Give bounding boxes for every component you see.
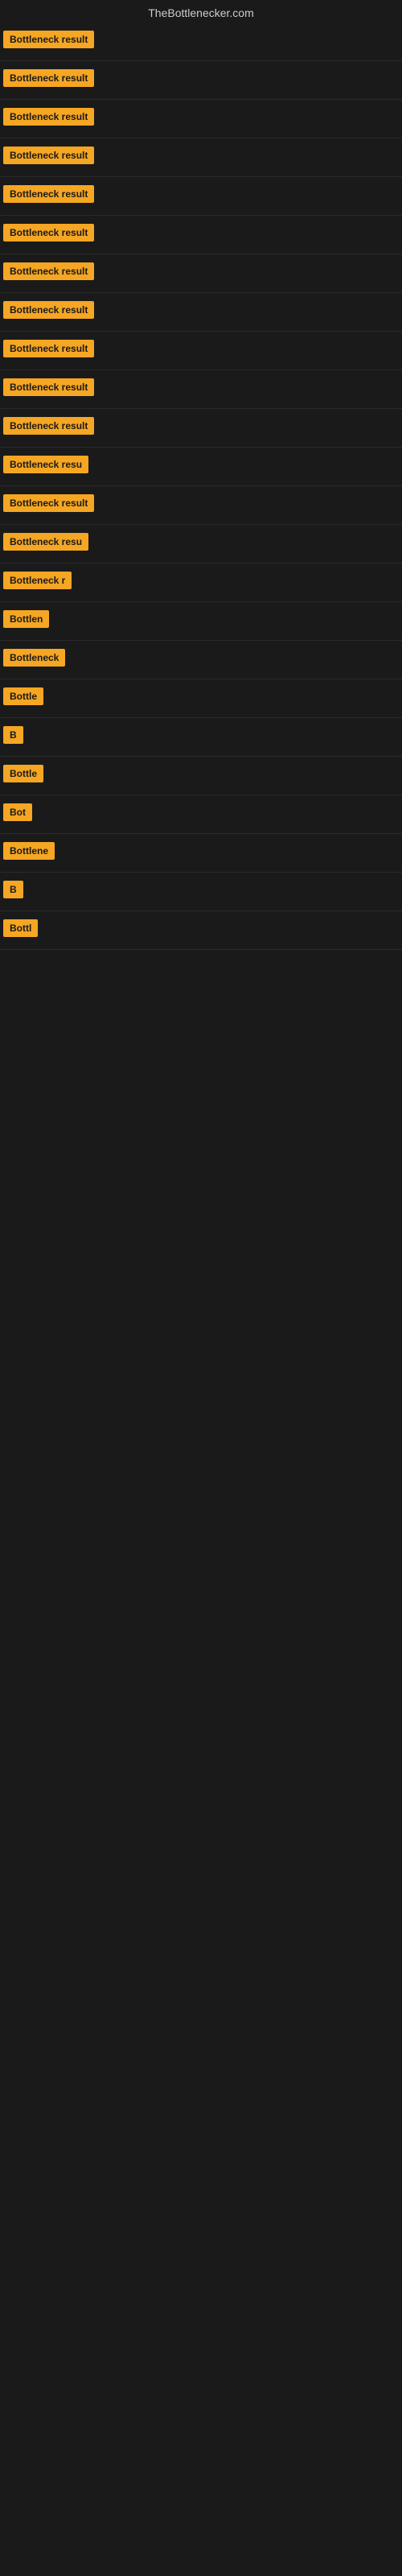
bottleneck-badge[interactable]: Bottl	[3, 919, 38, 937]
result-item: Bottleneck resu	[0, 525, 402, 564]
result-item: Bottleneck result	[0, 409, 402, 448]
bottleneck-badge[interactable]: Bottlene	[3, 842, 55, 860]
bottleneck-badge[interactable]: Bottleneck result	[3, 494, 94, 512]
result-item: Bottleneck	[0, 641, 402, 679]
result-item: Bottleneck result	[0, 61, 402, 100]
result-item: Bottle	[0, 757, 402, 795]
results-list: Bottleneck result Bottleneck result Bottle…	[0, 23, 402, 950]
bottleneck-badge[interactable]: Bottleneck resu	[3, 456, 88, 473]
result-item: Bottleneck result	[0, 293, 402, 332]
bottleneck-badge[interactable]: Bottleneck result	[3, 108, 94, 126]
result-item: Bottleneck result	[0, 486, 402, 525]
bottleneck-badge[interactable]: B	[3, 726, 23, 744]
bottleneck-badge[interactable]: Bot	[3, 803, 32, 821]
bottleneck-badge[interactable]: Bottleneck result	[3, 417, 94, 435]
result-item: Bottleneck result	[0, 216, 402, 254]
result-item: B	[0, 873, 402, 911]
bottleneck-badge[interactable]: Bottleneck result	[3, 147, 94, 164]
result-item: Bottleneck result	[0, 100, 402, 138]
result-item: Bottl	[0, 911, 402, 950]
result-item: Bottleneck result	[0, 177, 402, 216]
bottleneck-badge[interactable]: Bottle	[3, 765, 43, 782]
result-item: Bottlen	[0, 602, 402, 641]
result-item: B	[0, 718, 402, 757]
bottleneck-badge[interactable]: Bottleneck result	[3, 301, 94, 319]
bottleneck-badge[interactable]: B	[3, 881, 23, 898]
site-title: TheBottlenecker.com	[0, 0, 402, 23]
result-item: Bottleneck resu	[0, 448, 402, 486]
bottleneck-badge[interactable]: Bottleneck result	[3, 69, 94, 87]
result-item: Bottleneck result	[0, 332, 402, 370]
bottleneck-badge[interactable]: Bottleneck result	[3, 262, 94, 280]
bottleneck-badge[interactable]: Bottlen	[3, 610, 49, 628]
site-header: TheBottlenecker.com	[0, 0, 402, 23]
bottleneck-badge[interactable]: Bottleneck r	[3, 572, 72, 589]
result-item: Bottleneck r	[0, 564, 402, 602]
bottleneck-badge[interactable]: Bottleneck result	[3, 224, 94, 242]
bottleneck-badge[interactable]: Bottleneck resu	[3, 533, 88, 551]
result-item: Bottleneck result	[0, 138, 402, 177]
bottleneck-badge[interactable]: Bottleneck result	[3, 378, 94, 396]
bottleneck-badge[interactable]: Bottleneck	[3, 649, 65, 667]
result-item: Bottle	[0, 679, 402, 718]
result-item: Bottleneck result	[0, 370, 402, 409]
result-item: Bottlene	[0, 834, 402, 873]
result-item: Bottleneck result	[0, 23, 402, 61]
result-item: Bot	[0, 795, 402, 834]
bottleneck-badge[interactable]: Bottle	[3, 687, 43, 705]
result-item: Bottleneck result	[0, 254, 402, 293]
bottleneck-badge[interactable]: Bottleneck result	[3, 340, 94, 357]
bottleneck-badge[interactable]: Bottleneck result	[3, 185, 94, 203]
bottleneck-badge[interactable]: Bottleneck result	[3, 31, 94, 48]
